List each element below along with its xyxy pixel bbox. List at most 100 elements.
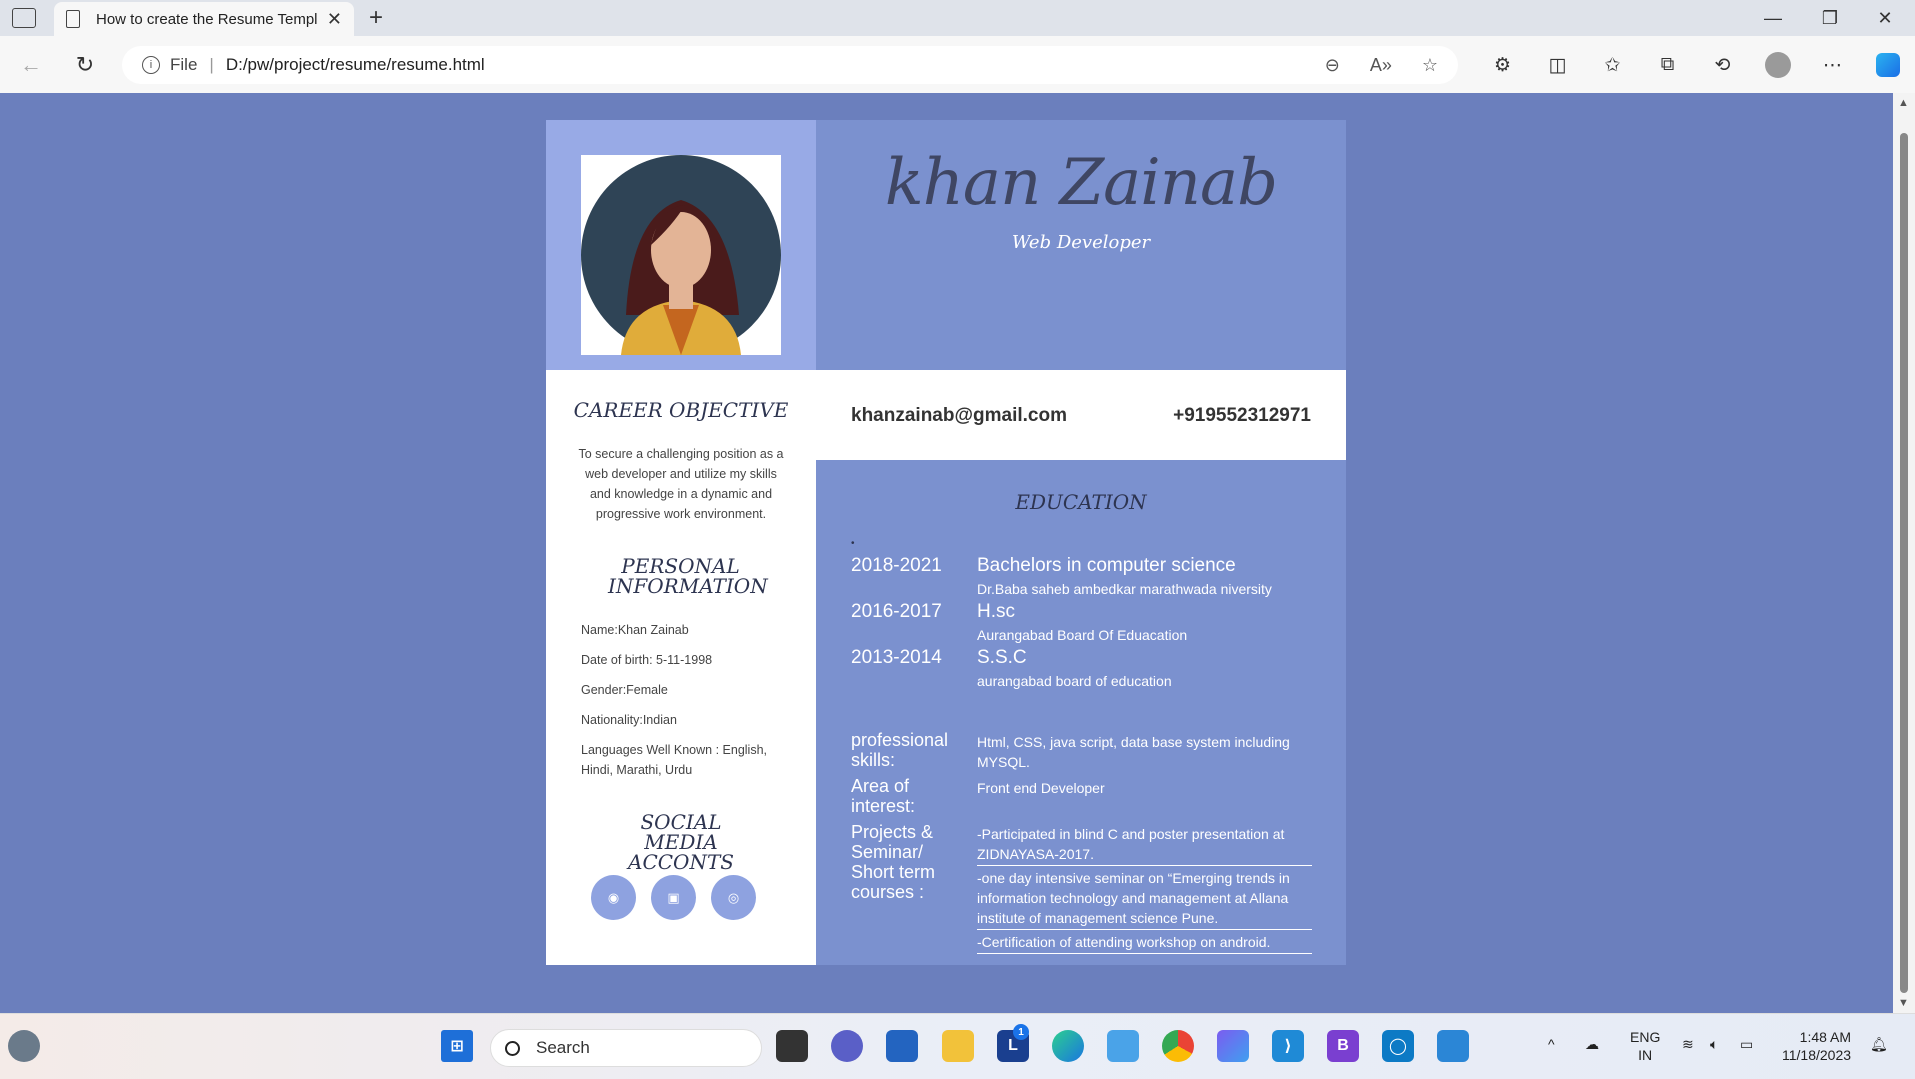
resume-name: khan Zainab xyxy=(884,146,1278,220)
app-circle-icon[interactable]: ◯ xyxy=(1382,1030,1414,1062)
browser-toolbar: ⚙ ◫ ✩ ⧉ ⟲ ⋯ xyxy=(1475,50,1915,80)
personal-info-title: PERSONAL INFORMATION xyxy=(608,554,768,598)
project-item: -Certification of attending workshop on … xyxy=(977,932,1312,954)
tab-active[interactable]: How to create the Resume Templ ✕ xyxy=(54,2,354,36)
search-icon xyxy=(505,1040,520,1056)
media-player-icon[interactable] xyxy=(1107,1030,1139,1062)
avatar-illustration xyxy=(581,155,781,355)
clock-date: 11/18/2023 xyxy=(1782,1047,1852,1063)
phone-text: +919552312971 xyxy=(1173,405,1311,426)
language-label: ENG xyxy=(1630,1029,1661,1045)
address-scheme-label: File xyxy=(170,55,198,74)
bootstrap-icon[interactable]: B xyxy=(1327,1030,1359,1062)
taskbar: ⊞ Search L 1 ⟩ B ◯ ^ ☁ ENG IN ≋ 🔈︎ ▭ 1:4… xyxy=(0,1013,1915,1079)
close-tab-icon[interactable]: ✕ xyxy=(327,9,342,30)
projects-list: -Participated in blind C and poster pres… xyxy=(977,824,1312,956)
personal-info-list: Name:Khan Zainab Date of birth: 5-11-199… xyxy=(581,620,781,790)
education-title: EDUCATION xyxy=(1015,490,1147,514)
split-screen-icon[interactable]: ◫ xyxy=(1530,50,1585,80)
education-degree: Bachelors in computer science xyxy=(977,555,1236,576)
new-tab-icon[interactable]: + xyxy=(362,4,390,32)
personal-languages: Languages Well Known : English, Hindi, M… xyxy=(581,743,767,777)
education-year: 2018-2021 xyxy=(851,555,942,576)
file-explorer-icon[interactable] xyxy=(942,1030,974,1062)
career-objective-title: CAREER OBJECTIVE xyxy=(573,398,789,422)
scroll-thumb[interactable] xyxy=(1900,133,1908,993)
personal-nationality: Nationality:Indian xyxy=(581,713,677,727)
copilot-app-icon[interactable] xyxy=(1217,1030,1249,1062)
restore-icon[interactable]: ❐ xyxy=(1815,6,1845,30)
education-year: 2016-2017 xyxy=(851,601,942,622)
notification-badge: 1 xyxy=(1013,1024,1029,1040)
document-icon xyxy=(66,10,80,28)
store-icon[interactable] xyxy=(886,1030,918,1062)
volume-icon[interactable]: 🔈︎ xyxy=(1710,1036,1718,1053)
address-bar[interactable]: i File | D:/pw/project/resume/resume.htm… xyxy=(122,46,1458,84)
tray-overflow-icon[interactable]: ^ xyxy=(1548,1036,1555,1052)
right-column: EDUCATION • 2018-2021 Bachelors in compu… xyxy=(816,460,1346,965)
instagram-icon[interactable]: ◎ xyxy=(711,875,756,920)
zoom-out-icon[interactable]: ⊖ xyxy=(1325,55,1340,76)
favorites-icon[interactable]: ✩ xyxy=(1585,50,1640,80)
battery-icon[interactable]: ▭ xyxy=(1740,1036,1753,1053)
linkedin-icon[interactable]: ▣ xyxy=(651,875,696,920)
taskbar-search[interactable]: Search xyxy=(490,1029,762,1067)
task-view-icon[interactable] xyxy=(776,1030,808,1062)
education-year: 2013-2014 xyxy=(851,647,942,668)
language-indicator[interactable]: ENG IN xyxy=(1630,1028,1660,1064)
teams-chat-icon[interactable] xyxy=(831,1030,863,1062)
career-objective-text: To secure a challenging position as a we… xyxy=(578,447,784,521)
weather-icon[interactable] xyxy=(8,1030,40,1062)
tab-title: How to create the Resume Templ xyxy=(96,10,318,28)
wifi-icon[interactable]: ≋ xyxy=(1682,1036,1694,1053)
scroll-up-icon[interactable]: ▲ xyxy=(1898,97,1909,109)
tab-actions-icon[interactable] xyxy=(12,8,36,28)
address-url[interactable]: D:/pw/project/resume/resume.html xyxy=(226,55,485,75)
onedrive-icon[interactable]: ☁ xyxy=(1585,1036,1599,1053)
interest-label: Area of interest: xyxy=(851,776,916,816)
notifications-icon[interactable]: 🔔︎ xyxy=(1870,1036,1888,1053)
extensions-icon[interactable]: ⚙ xyxy=(1475,50,1530,80)
page-viewport: khan Zainab Web Developer CAREER OBJECTI… xyxy=(0,93,1893,1013)
page-scrollbar[interactable]: ▲ ▼ xyxy=(1893,93,1915,1013)
chrome-icon[interactable] xyxy=(1162,1030,1194,1062)
info-icon[interactable]: i xyxy=(142,56,160,74)
back-icon[interactable]: ← xyxy=(16,50,46,80)
left-column: CAREER OBJECTIVE To secure a challenging… xyxy=(546,370,816,965)
interest-value: Front end Developer xyxy=(977,780,1105,796)
email-text: khanzainab@gmail.com xyxy=(851,405,1067,426)
copilot-icon[interactable] xyxy=(1860,50,1915,80)
edge-icon[interactable] xyxy=(1052,1030,1084,1062)
minimize-icon[interactable]: — xyxy=(1758,6,1788,30)
clock[interactable]: 1:48 AM 11/18/2023 xyxy=(1782,1028,1851,1064)
personal-gender: Gender:Female xyxy=(581,683,668,697)
personal-name: Name:Khan Zainab xyxy=(581,623,689,637)
address-separator: | xyxy=(209,55,214,74)
education-school: Dr.Baba saheb ambedkar marathwada nivers… xyxy=(977,581,1272,597)
profile-avatar-icon[interactable] xyxy=(1750,50,1805,80)
start-icon[interactable]: ⊞ xyxy=(441,1030,473,1062)
education-degree: H.sc xyxy=(977,601,1015,622)
personal-dob: Date of birth: 5-11-1998 xyxy=(581,653,713,667)
scroll-down-icon[interactable]: ▼ xyxy=(1898,997,1909,1009)
close-window-icon[interactable]: ✕ xyxy=(1870,6,1900,30)
project-item: -Participated in blind C and poster pres… xyxy=(977,824,1312,866)
history-icon[interactable]: ⟲ xyxy=(1695,50,1750,80)
more-menu-icon[interactable]: ⋯ xyxy=(1805,50,1860,80)
profile-photo xyxy=(581,155,781,355)
paint-icon[interactable] xyxy=(1437,1030,1469,1062)
skills-value: Html, CSS, java script, data base system… xyxy=(977,734,1290,770)
skills-label: professional skills: xyxy=(851,730,949,770)
refresh-icon[interactable]: ↻ xyxy=(70,50,100,80)
collections-icon[interactable]: ⧉ xyxy=(1640,50,1695,80)
vscode-icon[interactable]: ⟩ xyxy=(1272,1030,1304,1062)
read-aloud-icon[interactable]: A» xyxy=(1370,55,1392,76)
clock-time: 1:48 AM xyxy=(1799,1029,1852,1045)
header-panel: khan Zainab Web Developer xyxy=(816,120,1346,370)
github-icon[interactable]: ◉ xyxy=(591,875,636,920)
favorite-star-icon[interactable]: ☆ xyxy=(1422,55,1438,76)
projects-label: Projects & Seminar/ Short term courses : xyxy=(851,822,936,902)
address-actions: ⊖ A» ☆ xyxy=(1325,55,1438,76)
contact-bar: khanzainab@gmail.com +919552312971 xyxy=(816,370,1346,460)
project-item: -one day intensive seminar on “Emerging … xyxy=(977,868,1312,930)
